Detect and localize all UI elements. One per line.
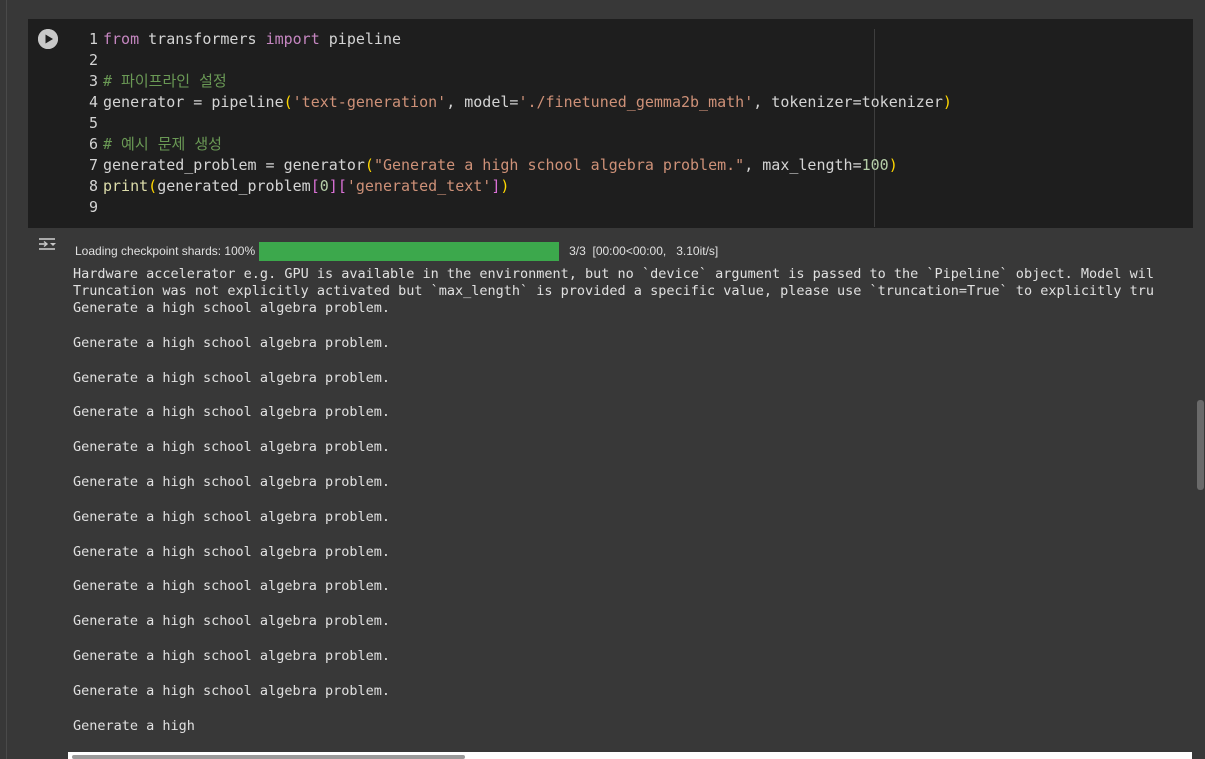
code-text: generator = pipeline <box>103 93 284 111</box>
output-toggle-icon <box>39 238 56 250</box>
generated-output-list: Generate a high school algebra problem. G… <box>73 300 1193 735</box>
code-line-7: generated_problem = generator("Generate … <box>103 155 1189 176</box>
progress-label: Loading checkpoint shards: 100% <box>75 244 256 258</box>
play-circle-icon <box>38 29 58 49</box>
line-number: 3 <box>88 72 98 90</box>
run-cell-button[interactable] <box>38 29 58 49</box>
horizontal-scrollbar-thumb[interactable] <box>72 755 465 759</box>
string-literal: "Generate a high school algebra problem.… <box>373 156 745 174</box>
code-text: generated_problem = generator <box>103 156 365 174</box>
paren-close: ) <box>888 156 898 174</box>
progress-row: Loading checkpoint shards: 100% 3/3 [00:… <box>75 241 718 261</box>
progress-bar <box>259 241 560 261</box>
code-line-8: print(generated_problem[0]['generated_te… <box>103 176 1189 197</box>
generated-text-line: Generate a high school algebra problem. <box>73 369 390 386</box>
warning-line: Hardware accelerator e.g. GPU is availab… <box>73 266 1154 282</box>
generated-text-line: Generate a high school algebra problem. <box>73 508 390 525</box>
number-literal: 0 <box>319 177 329 195</box>
generated-text-line: Generate a high school algebra problem. <box>73 439 390 456</box>
bracket-open: [ <box>310 177 320 195</box>
output-toggle-button[interactable] <box>37 236 59 254</box>
bracket-close: ] <box>328 177 338 195</box>
generated-text-line: Generate a high school algebra problem. <box>73 578 390 595</box>
vertical-scrollbar[interactable] <box>1197 400 1204 490</box>
horizontal-scrollbar[interactable] <box>68 752 1192 759</box>
line-number: 4 <box>88 93 98 111</box>
keyword-import: import <box>265 30 320 48</box>
generated-text-line: Generate a high school algebra problem. <box>73 647 390 664</box>
line-number: 2 <box>88 51 98 69</box>
line-number: 6 <box>88 135 98 153</box>
generated-text-line: Generate a high school algebra problem. <box>73 682 390 699</box>
line-number: 5 <box>88 114 98 132</box>
code-line-3: # 파이프라인 설정 <box>103 71 1189 92</box>
code-comment: # 파이프라인 설정 <box>103 72 227 90</box>
line-number-gutter: 1 2 3 4 5 6 7 8 9 <box>80 29 98 218</box>
code-text: , max_length= <box>744 156 862 174</box>
generated-text-line: Generate a high school algebra problem. <box>73 300 390 316</box>
bracket-open: [ <box>337 177 347 195</box>
line-number: 7 <box>88 156 98 174</box>
paren-close: ) <box>500 177 510 195</box>
generated-text-line: Generate a high school algebra problem. <box>73 543 390 560</box>
warning-line: Truncation was not explicitly activated … <box>73 283 1154 299</box>
notebook-page: 1 2 3 4 5 6 7 8 9 from transformers impo… <box>0 0 1205 759</box>
code-editor[interactable]: from transformers import pipeline # 파이프라… <box>103 29 1189 218</box>
line-number: 8 <box>88 177 98 195</box>
code-comment: # 예시 문제 생성 <box>103 135 222 153</box>
line-number: 1 <box>88 30 98 48</box>
number-literal: 100 <box>861 156 889 174</box>
code-cell[interactable]: 1 2 3 4 5 6 7 8 9 from transformers impo… <box>28 19 1193 228</box>
module-name: transformers <box>139 30 266 48</box>
keyword-from: from <box>103 30 140 48</box>
code-text: generated_problem <box>157 177 311 195</box>
function-name: print <box>103 177 149 195</box>
paren-open: ( <box>148 177 158 195</box>
import-name: pipeline <box>319 30 402 48</box>
cell-focus-rail <box>6 0 7 759</box>
progress-count: 3/3 <box>569 244 586 258</box>
progress-timing: [00:00<00:00, 3.10it/s] <box>592 244 719 258</box>
string-literal: './finetuned_gemma2b_math' <box>518 93 754 111</box>
generated-text-line: Generate a high school algebra problem. <box>73 404 390 421</box>
generated-text-line: Generate a high school algebra problem. <box>73 613 390 630</box>
line-number: 9 <box>88 198 98 216</box>
generated-text-line: Generate a high <box>73 717 195 734</box>
cell-output: Hardware accelerator e.g. GPU is availab… <box>73 266 1193 752</box>
progress-bar-fill <box>259 241 560 261</box>
code-line-4: generator = pipeline('text-generation', … <box>103 92 1189 113</box>
code-text: , tokenizer=tokenizer <box>753 93 943 111</box>
generated-text-line: Generate a high school algebra problem. <box>73 473 390 490</box>
paren-open: ( <box>283 93 293 111</box>
paren-open: ( <box>364 156 374 174</box>
code-text: , model= <box>446 93 519 111</box>
generated-text-line: Generate a high school algebra problem. <box>73 334 390 351</box>
code-line-1: from transformers import pipeline <box>103 29 1189 50</box>
code-line-6: # 예시 문제 생성 <box>103 134 1189 155</box>
paren-close: ) <box>942 93 952 111</box>
string-literal: 'text-generation' <box>292 93 447 111</box>
string-literal: 'generated_text' <box>346 177 492 195</box>
